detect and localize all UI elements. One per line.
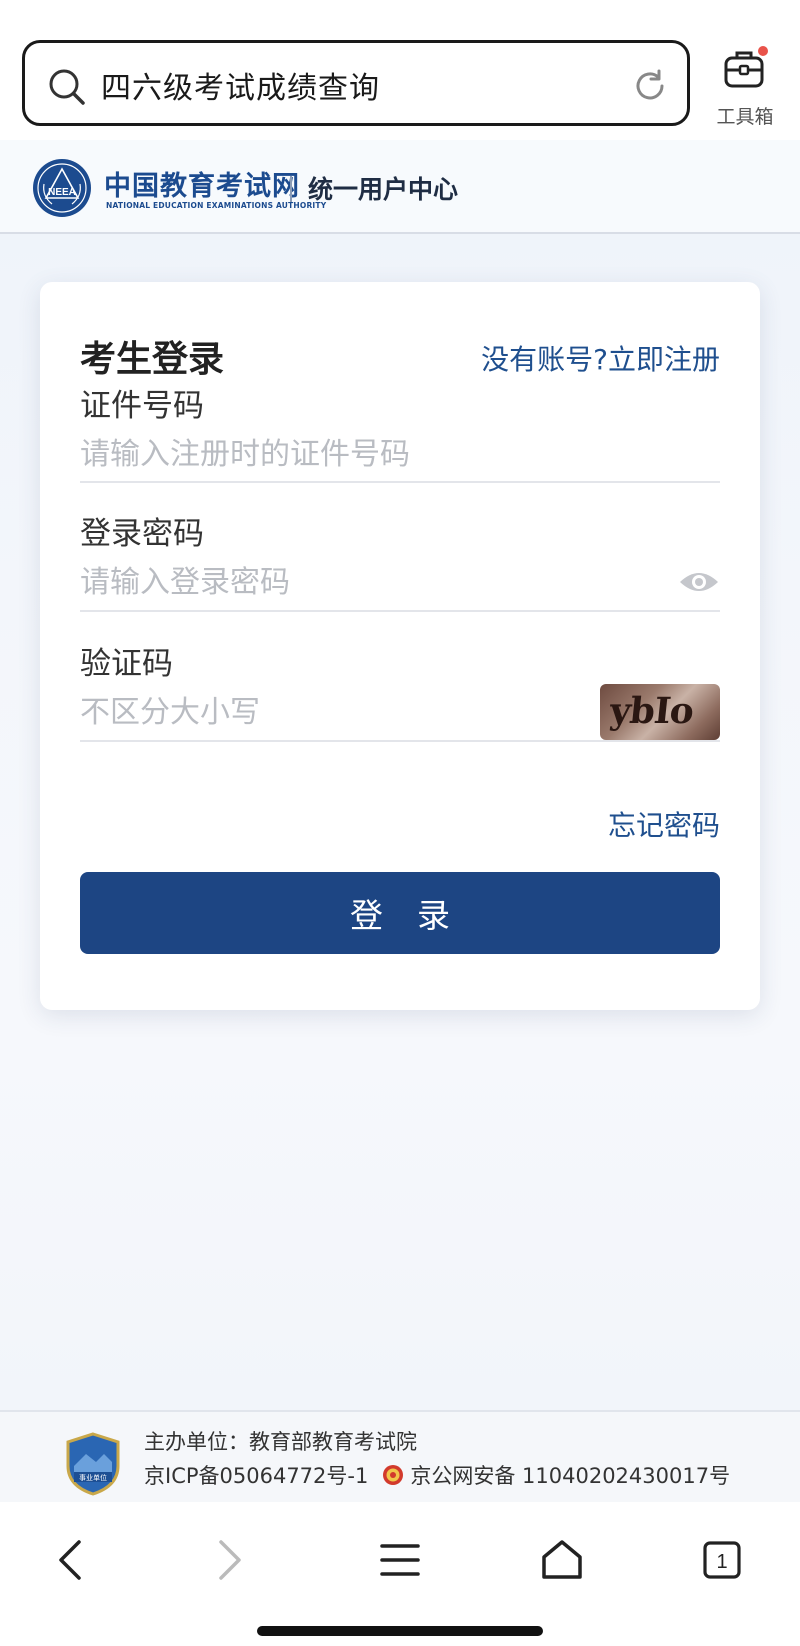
captcha-image[interactable]: ybIo [600, 684, 720, 740]
tab-count: 1 [716, 1551, 727, 1573]
center-title: 统一用户中心 [308, 175, 459, 204]
login-card: 考生登录 没有账号?立即注册 证件号码 登录密码 验证码 ybIo 忘记密码 登… [40, 282, 760, 1010]
home-indicator[interactable] [257, 1626, 543, 1636]
menu-icon [380, 1544, 420, 1576]
icp-number[interactable]: 京ICP备05064772号-1 [144, 1460, 368, 1490]
login-button[interactable]: 登录 [80, 872, 720, 954]
menu-button[interactable] [370, 1530, 430, 1590]
login-title: 考生登录 [80, 339, 225, 380]
browser-top-bar: 四六级考试成绩查询 工具箱 [0, 0, 800, 140]
password-label: 登录密码 [80, 516, 204, 552]
neea-logo-icon[interactable]: NEEA [32, 158, 92, 218]
home-button[interactable] [532, 1530, 592, 1590]
toolbox-label: 工具箱 [716, 106, 774, 128]
search-icon [49, 69, 85, 105]
forward-arrow-icon [219, 1540, 241, 1580]
toolbox-icon [722, 46, 768, 92]
captcha-text: ybIo [607, 690, 696, 732]
police-emblem-icon [383, 1465, 404, 1485]
forward-button[interactable] [200, 1530, 260, 1590]
forgot-password-link[interactable]: 忘记密码 [608, 804, 720, 844]
search-text[interactable]: 四六级考试成绩查询 [101, 63, 380, 107]
address-search-bar[interactable]: 四六级考试成绩查询 [22, 40, 690, 126]
reload-icon[interactable] [631, 67, 669, 105]
institution-badge-icon[interactable]: 事业单位 [66, 1432, 120, 1496]
id-number-input[interactable] [80, 430, 720, 478]
notification-dot [758, 46, 768, 56]
brand-name[interactable]: 中国教育考试网 [104, 164, 300, 203]
back-button[interactable] [40, 1530, 100, 1590]
site-header: NEEA 中国教育考试网 NATIONAL EDUCATION EXAMINAT… [0, 140, 800, 234]
logo-text: NEEA [48, 187, 76, 198]
badge-text: 事业单位 [79, 1473, 107, 1482]
back-arrow-icon [59, 1540, 81, 1580]
captcha-label: 验证码 [80, 646, 173, 682]
register-link[interactable]: 没有账号?立即注册 [481, 338, 720, 378]
id-number-label: 证件号码 [80, 388, 204, 424]
site-footer: 事业单位 主办单位：教育部教育考试院 京ICP备05064772号-1 京公网安… [0, 1410, 800, 1502]
toolbox-button[interactable]: 工具箱 [700, 46, 790, 128]
captcha-underline [80, 740, 720, 742]
id-number-underline [80, 481, 720, 483]
browser-bottom-nav: 1 [0, 1502, 800, 1646]
password-underline [80, 610, 720, 612]
tabs-icon: 1 [703, 1541, 741, 1579]
password-input[interactable] [80, 558, 640, 606]
header-divider [290, 176, 292, 202]
footer-license-row: 京ICP备05064772号-1 京公网安备 11040202430017号 [144, 1460, 730, 1490]
sponsor-text: 主办单位：教育部教育考试院 [144, 1430, 417, 1454]
captcha-input[interactable] [80, 688, 560, 736]
tabs-button[interactable]: 1 [692, 1530, 752, 1590]
show-password-eye-icon[interactable] [678, 568, 720, 596]
brand-name-en: NATIONAL EDUCATION EXAMINATIONS AUTHORIT… [106, 201, 327, 210]
police-record-number[interactable]: 京公网安备 11040202430017号 [410, 1460, 730, 1490]
home-icon [542, 1540, 582, 1579]
